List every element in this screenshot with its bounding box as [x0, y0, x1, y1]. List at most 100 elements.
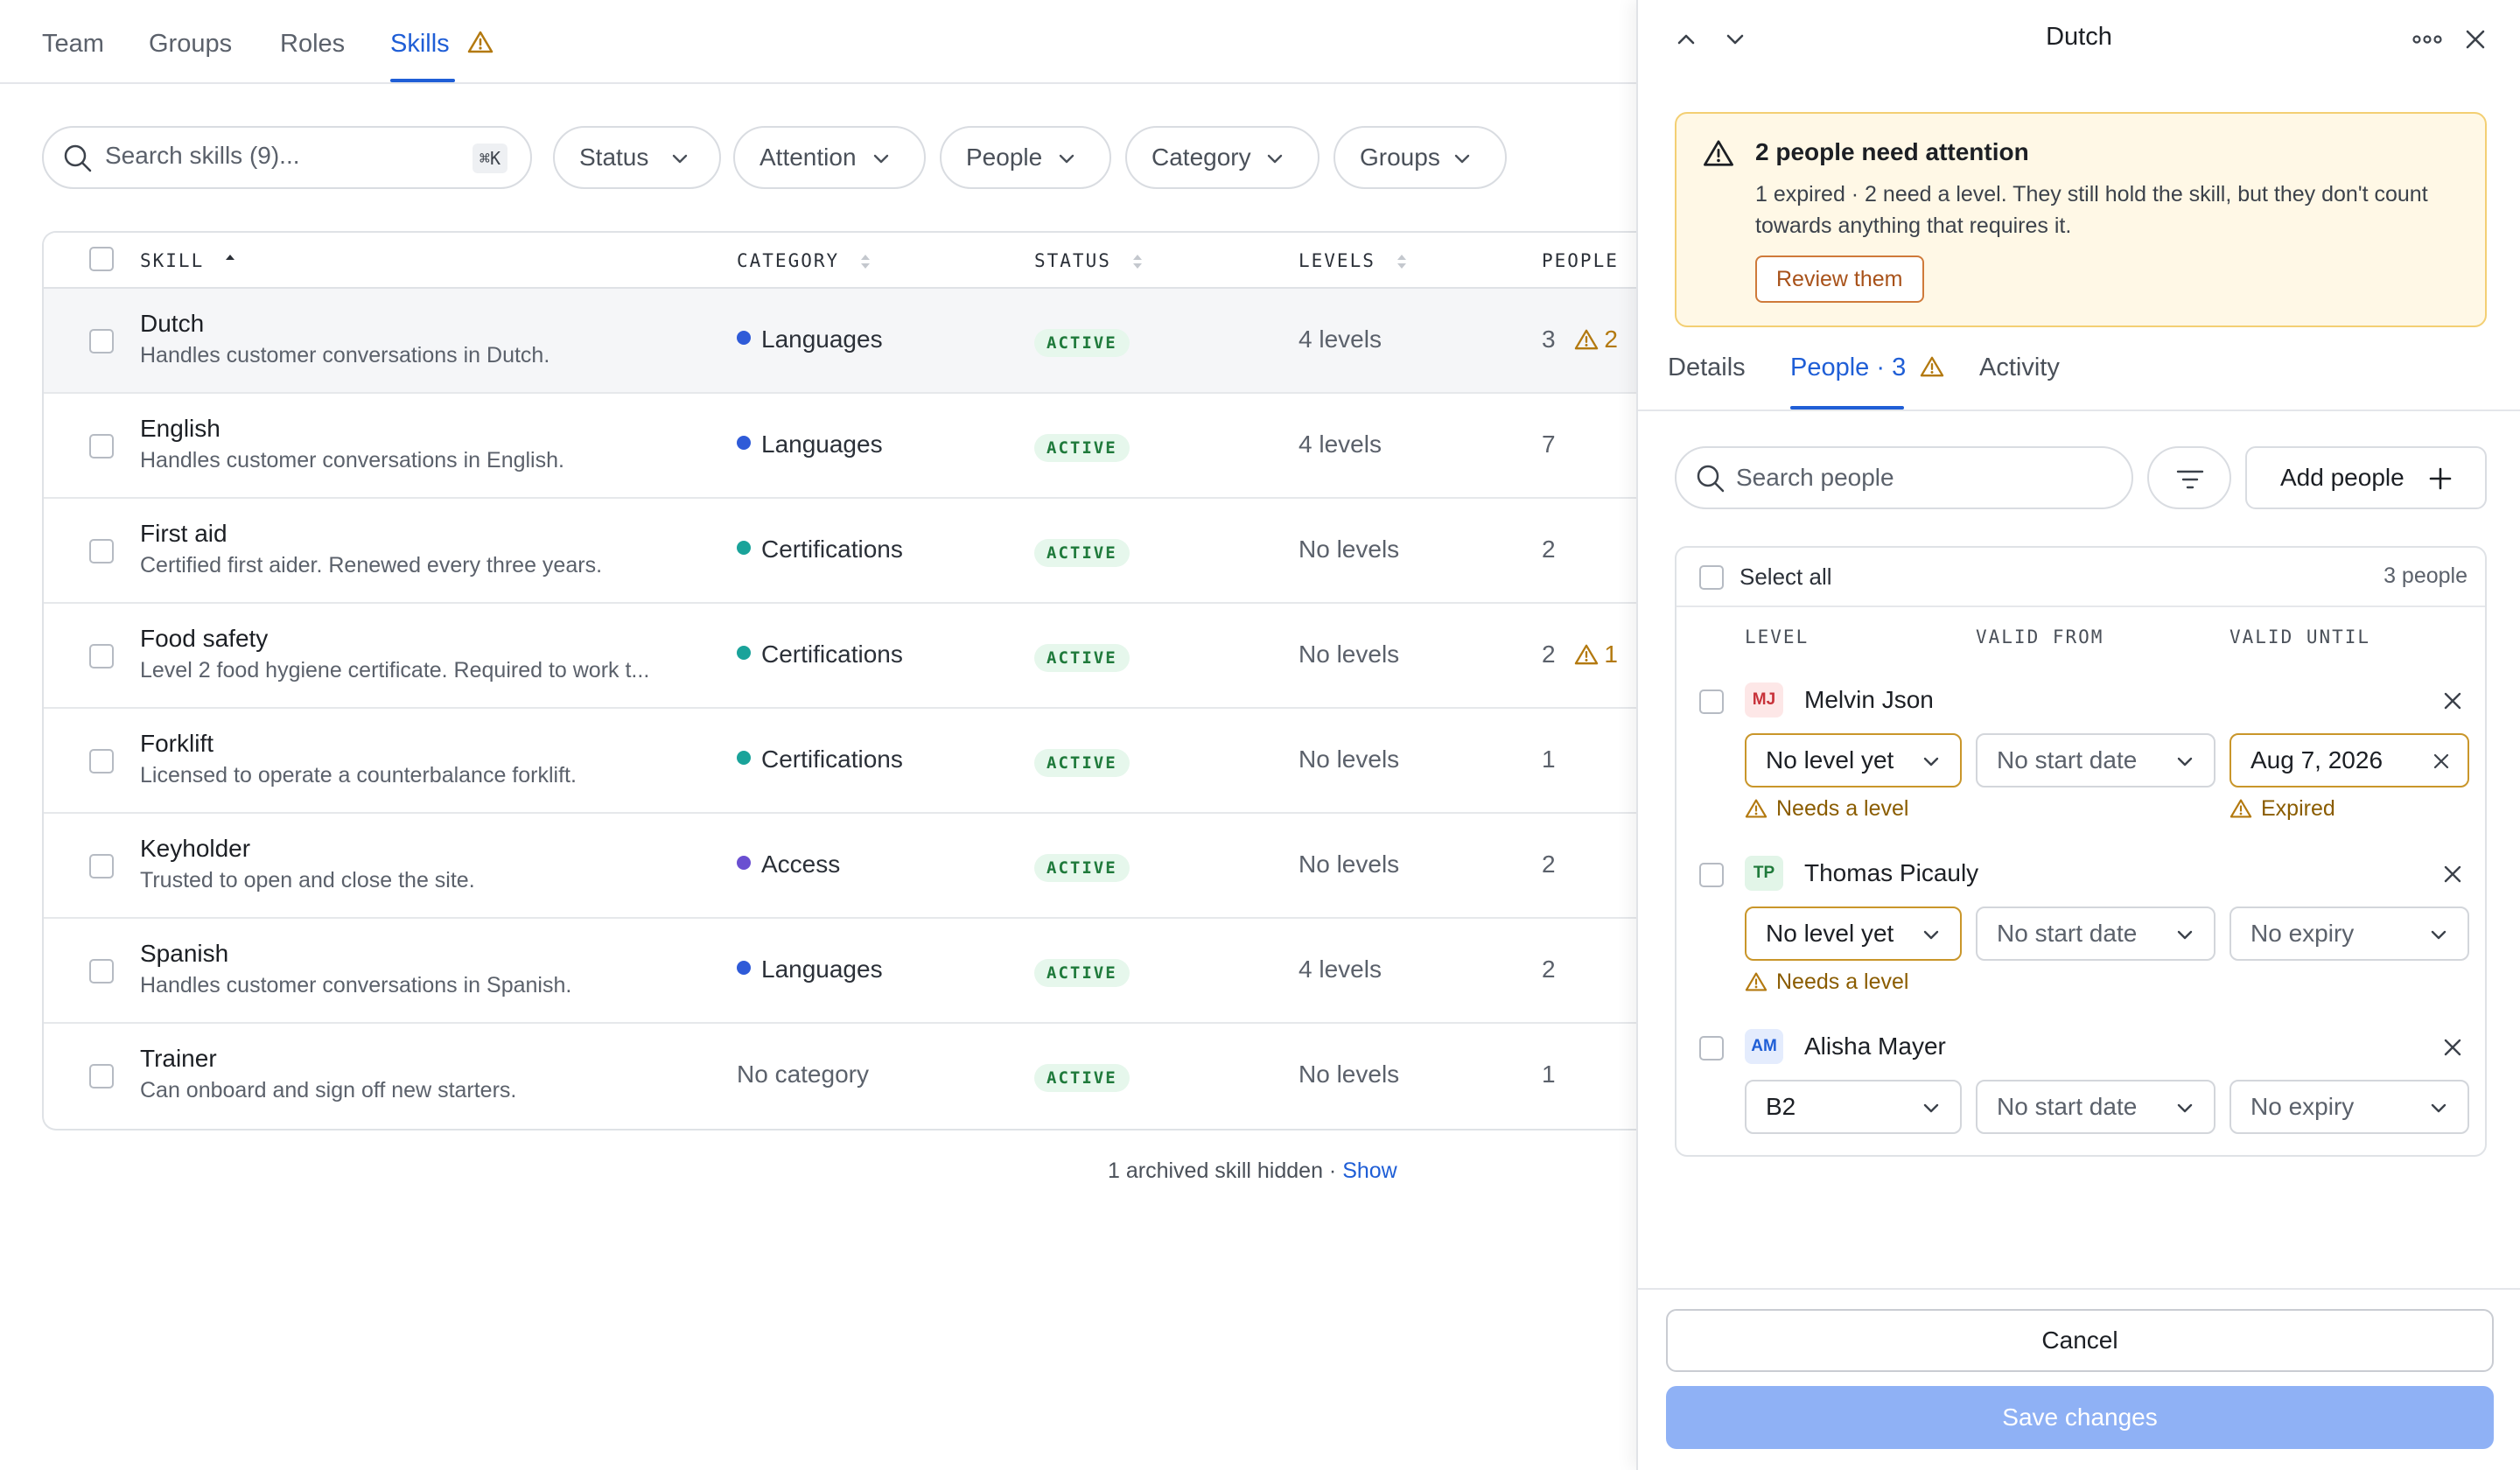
level-select[interactable]: No level yet: [1745, 906, 1962, 961]
remove-person-icon[interactable]: [2441, 690, 2464, 712]
row-checkbox[interactable]: [89, 644, 114, 668]
column-status[interactable]: STATUS: [1034, 250, 1144, 271]
valid-until-field[interactable]: Aug 7, 2026: [2230, 733, 2469, 788]
valid-until-select[interactable]: No expiry: [2230, 1080, 2469, 1134]
category-cell: No category: [737, 1060, 869, 1088]
tabs-divider: [1638, 410, 2520, 411]
people-filter[interactable]: People: [940, 126, 1111, 189]
table-row[interactable]: First aid Certified first aider. Renewed…: [44, 499, 1643, 604]
clear-date-icon[interactable]: [2431, 751, 2452, 772]
levels-cell: 4 levels: [1298, 956, 1382, 983]
hint-text: Needs a level: [1776, 796, 1909, 821]
column-levels[interactable]: LEVELS: [1298, 250, 1408, 271]
people-cell: 1: [1542, 746, 1556, 773]
row-checkbox[interactable]: [89, 749, 114, 774]
category-label: Languages: [761, 430, 883, 458]
column-category[interactable]: CATEGORY: [737, 250, 872, 271]
person-checkbox[interactable]: [1699, 1036, 1724, 1060]
row-checkbox[interactable]: [89, 1064, 114, 1088]
add-people-button[interactable]: Add people: [2245, 446, 2487, 509]
show-archived-link[interactable]: Show: [1342, 1158, 1397, 1183]
skill-name: Keyholder: [140, 835, 251, 862]
row-checkbox[interactable]: [89, 329, 114, 354]
column-label: CATEGORY: [737, 250, 840, 271]
skill-description: Handles customer conversations in Englis…: [140, 448, 564, 472]
row-checkbox[interactable]: [89, 434, 114, 458]
valid-from-select[interactable]: No start date: [1976, 1080, 2216, 1134]
tab-groups[interactable]: Groups: [149, 26, 232, 61]
row-checkbox[interactable]: [89, 539, 114, 564]
attention-filter[interactable]: Attention: [733, 126, 926, 189]
save-changes-button[interactable]: Save changes: [1666, 1386, 2494, 1449]
filter-icon: [2176, 470, 2204, 489]
table-row[interactable]: Trainer Can onboard and sign off new sta…: [44, 1024, 1643, 1129]
filter-label: Attention: [760, 144, 857, 171]
skills-search-input[interactable]: Search skills (9)... ⌘K: [42, 126, 532, 189]
hint-text: Needs a level: [1776, 970, 1909, 994]
tab-roles[interactable]: Roles: [280, 26, 345, 61]
column-label: PEOPLE: [1542, 250, 1619, 271]
tab-people[interactable]: People · 3: [1790, 354, 1944, 382]
tab-details[interactable]: Details: [1668, 354, 1746, 382]
category-filter[interactable]: Category: [1125, 126, 1320, 189]
valid-from-select[interactable]: No start date: [1976, 733, 2216, 788]
select-all-checkbox[interactable]: [1699, 565, 1724, 590]
filter-button[interactable]: [2147, 446, 2231, 509]
skill-name: Spanish: [140, 940, 229, 967]
valid-until-select[interactable]: No expiry: [2230, 906, 2469, 961]
add-people-label: Add people: [2280, 464, 2404, 491]
tab-skills[interactable]: Skills: [390, 26, 450, 61]
select-all-checkbox[interactable]: [89, 247, 114, 271]
table-row[interactable]: Food safety Level 2 food hygiene certifi…: [44, 604, 1643, 709]
active-tab-indicator: [1790, 406, 1904, 410]
table-row[interactable]: Spanish Handles customer conversations i…: [44, 919, 1643, 1024]
category-dot: [737, 436, 751, 450]
remove-person-icon[interactable]: [2441, 1036, 2464, 1059]
category-label: Languages: [761, 326, 883, 353]
people-count: 3: [1542, 326, 1556, 353]
sort-icon: [1396, 255, 1406, 269]
person-checkbox[interactable]: [1699, 863, 1724, 887]
column-skill[interactable]: SKILL: [140, 250, 236, 271]
valid-from-select[interactable]: No start date: [1976, 906, 2216, 961]
tab-activity[interactable]: Activity: [1979, 354, 2060, 382]
valid-from-value: No start date: [1997, 1093, 2138, 1120]
table-row[interactable]: Forklift Licensed to operate a counterba…: [44, 709, 1643, 814]
category-label: Certifications: [761, 536, 903, 563]
skill-name: First aid: [140, 520, 228, 547]
cancel-button[interactable]: Cancel: [1666, 1309, 2494, 1372]
people-list: Select all 3 people LEVEL VALID FROM VAL…: [1675, 546, 2487, 1157]
groups-filter[interactable]: Groups: [1334, 126, 1507, 189]
expired-hint: Expired: [2230, 796, 2335, 822]
skill-description: Licensed to operate a counterbalance for…: [140, 763, 577, 788]
search-placeholder: Search skills (9)...: [105, 142, 300, 169]
level-select[interactable]: No level yet: [1745, 733, 1962, 788]
skill-name: Trainer: [140, 1045, 217, 1072]
column-people[interactable]: PEOPLE: [1542, 250, 1643, 271]
table-row[interactable]: Dutch Handles customer conversations in …: [44, 289, 1643, 394]
status-badge: ACTIVE: [1034, 959, 1130, 987]
review-them-button[interactable]: Review them: [1755, 256, 1924, 303]
table-row[interactable]: Keyholder Trusted to open and close the …: [44, 814, 1643, 919]
remove-person-icon[interactable]: [2441, 863, 2464, 886]
table-row[interactable]: English Handles customer conversations i…: [44, 394, 1643, 499]
valid-from-value: No start date: [1997, 746, 2138, 774]
level-select[interactable]: B2: [1745, 1080, 1962, 1134]
row-checkbox[interactable]: [89, 959, 114, 984]
chevron-down-icon: [1059, 154, 1074, 164]
people-search-input[interactable]: Search people: [1675, 446, 2133, 509]
alert-body: 1 expired · 2 need a level. They still h…: [1755, 182, 2428, 238]
column-level: LEVEL: [1745, 626, 1810, 648]
row-checkbox[interactable]: [89, 854, 114, 878]
status-filter[interactable]: Status: [553, 126, 721, 189]
column-label: LEVELS: [1298, 250, 1376, 271]
category-dot: [737, 541, 751, 555]
close-icon[interactable]: [2462, 26, 2488, 52]
tab-team[interactable]: Team: [42, 26, 104, 61]
archived-note-text: 1 archived skill hidden ·: [1108, 1158, 1343, 1183]
person-checkbox[interactable]: [1699, 690, 1724, 714]
status-badge: ACTIVE: [1034, 539, 1130, 567]
avatar: MJ: [1745, 682, 1783, 718]
more-options-icon[interactable]: [2410, 26, 2445, 52]
warning-icon: [1745, 972, 1768, 991]
